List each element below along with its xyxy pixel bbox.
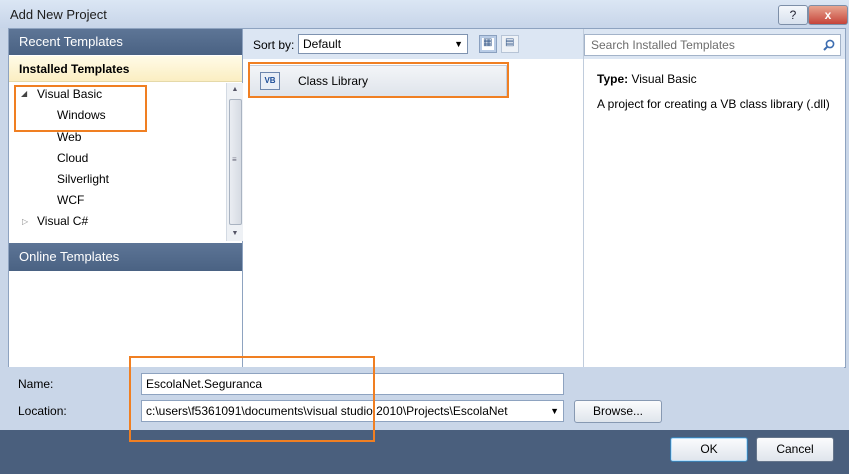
ok-button[interactable]: OK: [670, 437, 748, 462]
template-tree: ◢ Visual Basic Windows Web Cloud Silverl…: [9, 83, 226, 241]
medium-icons-icon: ▦: [483, 37, 493, 48]
title-bar: Add New Project ? x: [0, 0, 849, 28]
type-label: Type:: [597, 72, 629, 86]
scroll-up-arrow-icon[interactable]: ▲: [227, 83, 243, 97]
recent-templates-header[interactable]: Recent Templates: [9, 29, 242, 55]
dialog-footer: OK Cancel: [0, 430, 849, 474]
tree-item-visual-csharp[interactable]: Visual C#: [37, 211, 88, 231]
online-templates-header[interactable]: Online Templates: [9, 243, 242, 271]
sort-by-select[interactable]: Default ▼: [298, 34, 468, 54]
search-icon[interactable]: [823, 39, 835, 51]
sort-by-label: Sort by:: [253, 38, 295, 52]
help-button[interactable]: ?: [778, 5, 808, 25]
dialog-content: Recent Templates Installed Templates ◢ V…: [8, 28, 846, 368]
browse-button[interactable]: Browse...: [574, 400, 662, 423]
expanded-arrow-icon[interactable]: ◢: [21, 89, 27, 98]
dropdown-arrow-icon[interactable]: ▼: [550, 401, 559, 421]
template-item-class-library[interactable]: VB Class Library: [249, 65, 507, 97]
installed-templates-header[interactable]: Installed Templates: [9, 56, 242, 82]
close-button[interactable]: x: [808, 5, 848, 25]
tree-item-visual-basic[interactable]: Visual Basic: [37, 84, 102, 104]
collapsed-arrow-icon[interactable]: ▷: [22, 217, 28, 226]
search-bar-area: Search Installed Templates: [584, 29, 845, 59]
template-toolbar: Sort by: Default ▼ ▦ ▤: [243, 29, 583, 59]
location-label: Location:: [18, 404, 67, 418]
medium-icons-view-button[interactable]: ▦: [479, 35, 497, 53]
search-placeholder: Search Installed Templates: [591, 38, 735, 52]
project-form: Name: EscolaNet.Seguranca Location: c:\u…: [8, 367, 844, 429]
type-value: Visual Basic: [631, 72, 697, 86]
location-combobox[interactable]: c:\users\f5361091\documents\visual studi…: [141, 400, 564, 422]
sort-by-value: Default: [303, 37, 342, 51]
tree-scrollbar[interactable]: ▲ ≡ ▼: [226, 83, 243, 241]
template-categories-panel: Recent Templates Installed Templates ◢ V…: [9, 29, 243, 367]
template-type: Type: Visual Basic: [597, 72, 697, 86]
dropdown-arrow-icon: ▼: [454, 39, 463, 49]
tree-item-cloud[interactable]: Cloud: [57, 148, 88, 168]
scroll-thumb[interactable]: ≡: [229, 99, 242, 225]
grip-icon: ≡: [232, 155, 237, 164]
tree-item-wcf[interactable]: WCF: [57, 190, 84, 210]
template-list-panel: Sort by: Default ▼ ▦ ▤ VB Class Library: [243, 29, 584, 367]
template-name: Class Library: [298, 74, 369, 88]
template-description: A project for creating a VB class librar…: [597, 97, 830, 111]
small-icons-view-button[interactable]: ▤: [501, 35, 519, 53]
left-panel-empty-area: [9, 271, 242, 367]
name-label: Name:: [18, 377, 54, 391]
small-icons-icon: ▤: [505, 37, 515, 48]
scroll-down-arrow-icon[interactable]: ▼: [227, 227, 243, 241]
tree-item-silverlight[interactable]: Silverlight: [57, 169, 109, 189]
project-name-input[interactable]: EscolaNet.Seguranca: [141, 373, 564, 395]
vb-class-library-icon: VB: [260, 72, 280, 90]
tree-item-web[interactable]: Web: [57, 127, 81, 147]
tree-item-windows[interactable]: Windows: [57, 105, 106, 125]
add-new-project-dialog: Add New Project ? x Recent Templates Ins…: [0, 0, 849, 474]
window-title: Add New Project: [10, 7, 107, 22]
location-value: c:\users\f5361091\documents\visual studi…: [146, 404, 508, 418]
cancel-button[interactable]: Cancel: [756, 437, 834, 462]
search-templates-input[interactable]: Search Installed Templates: [584, 34, 841, 56]
template-details-panel: Search Installed Templates Type: Visual …: [584, 29, 845, 367]
